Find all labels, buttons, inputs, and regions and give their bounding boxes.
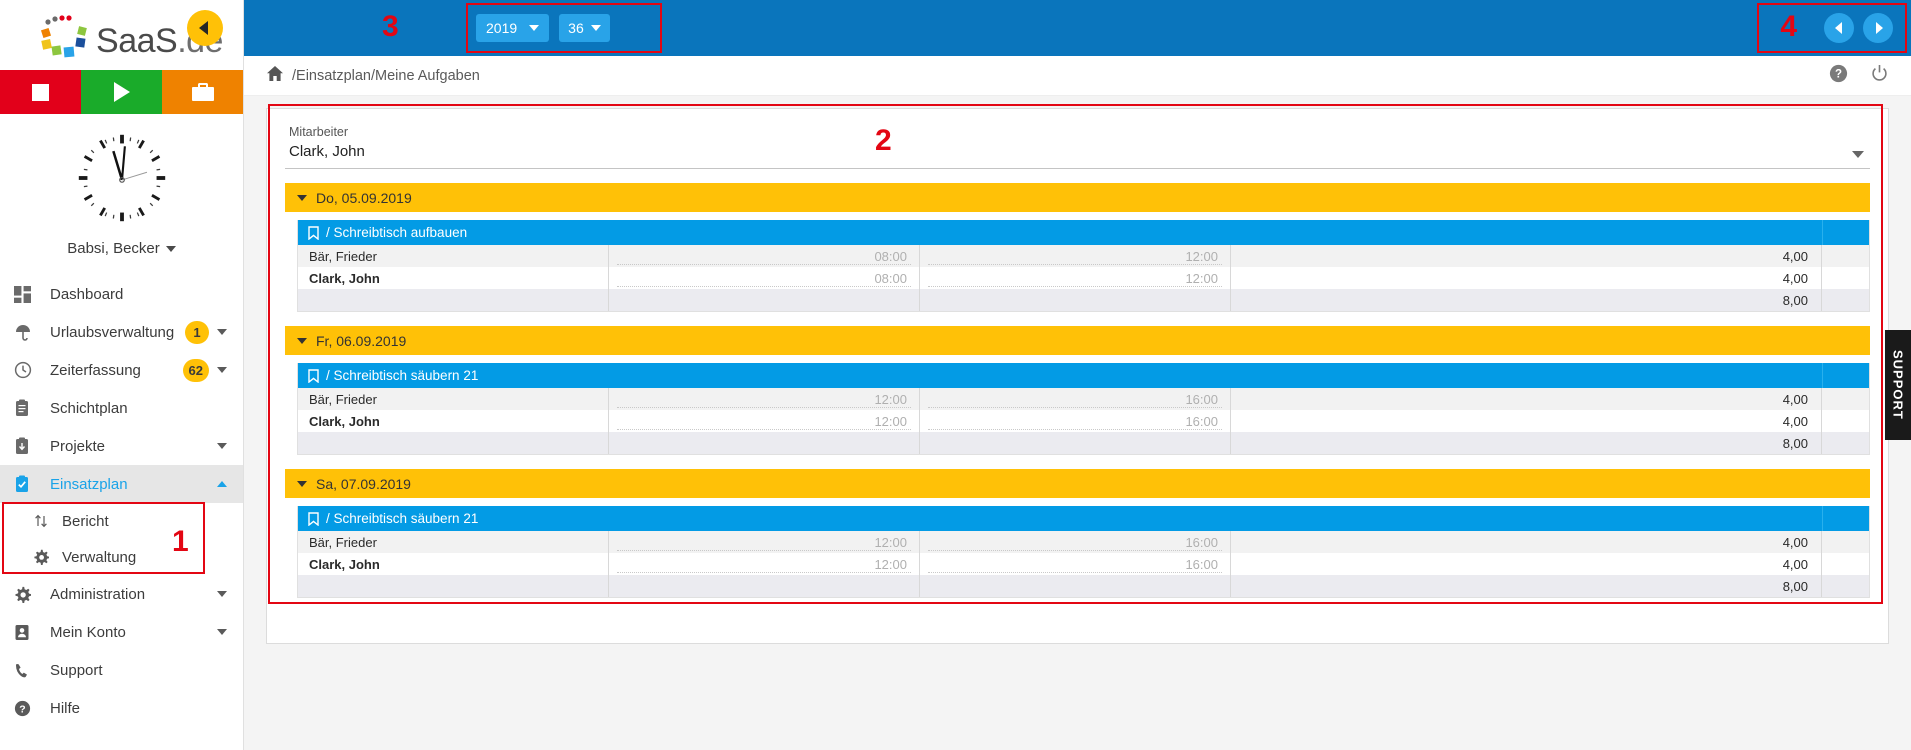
person-icon: [14, 621, 40, 643]
logo-mark-icon: [40, 15, 87, 58]
application-window: SaaS.de: [0, 0, 1911, 750]
support-tab[interactable]: SUPPORT: [1885, 330, 1911, 440]
clock-widget: Babsi, Becker: [0, 114, 243, 257]
sidebar-nav: Dashboard Urlaubsverwaltung 1 Zeiterfass…: [0, 275, 243, 727]
sidebar-item-label: Dashboard: [50, 285, 124, 303]
home-icon[interactable]: [266, 65, 284, 87]
play-button[interactable]: [81, 70, 162, 114]
breadcrumb-path: /Einsatzplan/Meine Aufgaben: [292, 67, 480, 84]
annotation-marker-2: 2: [875, 124, 892, 157]
chevron-down-icon: [165, 245, 176, 252]
sidebar-item-label: Projekte: [50, 437, 106, 455]
chevron-down-icon: [217, 591, 227, 597]
sidebar-item-label: Mein Konto: [50, 623, 126, 641]
help-icon: ?: [14, 697, 40, 719]
sidebar-item-label: Hilfe: [50, 699, 81, 717]
umbrella-icon: [14, 321, 40, 343]
sidebar-item-dashboard[interactable]: Dashboard: [0, 275, 243, 313]
annotation-marker-1: 1: [172, 525, 189, 558]
sidebar-item-administration[interactable]: Administration: [0, 575, 243, 613]
clock-minute-hand: [120, 146, 126, 181]
project-icon: [14, 435, 40, 457]
annotation-marker-3: 3: [382, 10, 399, 43]
power-icon[interactable]: [1870, 64, 1889, 88]
sidebar-item-label: Schichtplan: [50, 399, 128, 417]
phone-icon: [14, 659, 40, 681]
sidebar-item-label: Einsatzplan: [50, 475, 128, 493]
sidebar-badge: 1: [185, 320, 209, 344]
sidebar-item-mein-konto[interactable]: Mein Konto: [0, 613, 243, 651]
sidebar-item-label: Support: [50, 661, 103, 679]
clock-icon: [14, 359, 40, 381]
svg-text:?: ?: [19, 703, 25, 715]
play-icon: [113, 82, 130, 102]
sidebar: SaaS.de: [0, 0, 244, 750]
check-clipboard-icon: [14, 473, 40, 495]
sidebar-collapse-button[interactable]: [187, 10, 223, 46]
sidebar-item-zeiterfassung[interactable]: Zeiterfassung 62: [0, 351, 243, 389]
help-circle-icon[interactable]: ?: [1829, 64, 1848, 88]
sidebar-item-urlaubsverwaltung[interactable]: Urlaubsverwaltung 1: [0, 313, 243, 351]
sidebar-item-einsatzplan[interactable]: Einsatzplan: [0, 465, 243, 503]
briefcase-icon: [191, 83, 214, 101]
clipboard-icon: [14, 397, 40, 419]
chevron-left-icon: [199, 21, 208, 35]
sidebar-item-label: Urlaubsverwaltung: [50, 323, 175, 341]
chevron-down-icon: [217, 443, 227, 449]
gear-icon: [14, 583, 40, 605]
briefcase-button[interactable]: [162, 70, 243, 114]
user-menu[interactable]: Babsi, Becker: [0, 240, 243, 257]
annotation-box-3: [466, 3, 662, 53]
analog-clock-icon: [78, 134, 165, 222]
sidebar-item-projekte[interactable]: Projekte: [0, 427, 243, 465]
stop-icon: [32, 83, 49, 101]
chevron-down-icon: [217, 367, 227, 373]
clock-hour-hand: [111, 150, 123, 181]
brand-name: SaaS: [96, 22, 178, 60]
sidebar-badge: 62: [182, 358, 209, 382]
annotation-box-2: [268, 104, 1883, 604]
clock-second-hand: [121, 171, 147, 181]
sidebar-item-label: Zeiterfassung: [50, 361, 141, 379]
sidebar-item-support[interactable]: Support: [0, 651, 243, 689]
chevron-up-icon: [217, 481, 227, 487]
breadcrumb-bar: /Einsatzplan/Meine Aufgaben ?: [244, 56, 1911, 96]
chevron-down-icon: [217, 629, 227, 635]
topbar: 2019 36 3 4: [244, 0, 1911, 56]
svg-text:?: ?: [1835, 68, 1842, 80]
sidebar-item-label: Administration: [50, 585, 146, 603]
sidebar-item-schichtplan[interactable]: Schichtplan: [0, 389, 243, 427]
sidebar-item-hilfe[interactable]: ? Hilfe: [0, 689, 243, 727]
user-name-label: Babsi, Becker: [67, 240, 160, 257]
support-tab-label: SUPPORT: [1890, 350, 1906, 420]
chevron-down-icon: [217, 329, 227, 335]
annotation-marker-4: 4: [1780, 10, 1797, 43]
quick-action-bar: [0, 70, 243, 114]
stop-button[interactable]: [0, 70, 81, 114]
dashboard-icon: [14, 283, 40, 305]
